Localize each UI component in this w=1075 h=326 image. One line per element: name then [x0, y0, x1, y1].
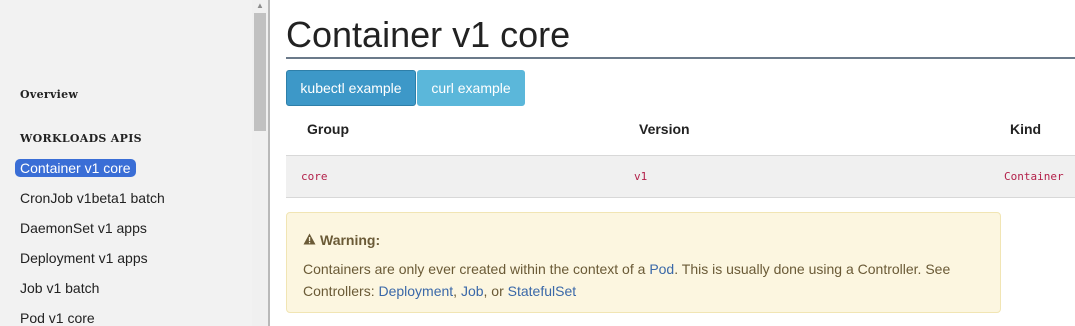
link-job[interactable]: Job [461, 283, 484, 299]
warning-text-separator: , [453, 283, 461, 299]
scrollbar-thumb[interactable] [254, 13, 266, 131]
table-row: core v1 Container [286, 155, 1075, 198]
sidebar-item-pod[interactable]: Pod v1 core [20, 310, 95, 326]
scroll-up-arrow-icon[interactable]: ▲ [252, 0, 268, 12]
warning-text-part: Containers are only ever created within … [303, 261, 650, 277]
cell-kind: Container [1004, 170, 1064, 183]
sidebar: Overview WORKLOADS APIS Container v1 cor… [0, 0, 268, 326]
sidebar-item-deployment[interactable]: Deployment v1 apps [20, 250, 148, 266]
nav-section-workloads: WORKLOADS APIS [20, 132, 142, 145]
sidebar-divider [268, 0, 270, 326]
warning-text-separator: , or [483, 283, 508, 299]
link-statefulset[interactable]: StatefulSet [508, 283, 577, 299]
column-header-version: Version [639, 121, 690, 137]
warning-icon [303, 232, 316, 248]
warning-callout: Warning: Containers are only ever create… [286, 212, 1001, 313]
column-header-group: Group [307, 121, 349, 137]
warning-title: Warning: [320, 232, 381, 248]
warning-text: Containers are only ever created within … [303, 258, 983, 302]
column-header-kind: Kind [1010, 121, 1042, 137]
link-pod[interactable]: Pod [649, 261, 674, 277]
page-title: Container v1 core [286, 14, 571, 55]
sidebar-item-cronjob[interactable]: CronJob v1beta1 batch [20, 190, 165, 206]
tab-curl-example[interactable]: curl example [417, 70, 525, 106]
main-content: Container v1 core kubectl example curl e… [286, 0, 1075, 326]
sidebar-item-daemonset[interactable]: DaemonSet v1 apps [20, 220, 147, 236]
title-divider [286, 57, 1075, 59]
tab-kubectl-example[interactable]: kubectl example [286, 70, 416, 106]
sidebar-item-container[interactable]: Container v1 core [15, 159, 136, 177]
link-deployment[interactable]: Deployment [378, 283, 453, 299]
nav-overview[interactable]: Overview [20, 88, 78, 101]
sidebar-item-job[interactable]: Job v1 batch [20, 280, 99, 296]
cell-group: core [301, 170, 328, 183]
warning-heading: Warning: [303, 232, 380, 248]
cell-version: v1 [634, 170, 648, 183]
